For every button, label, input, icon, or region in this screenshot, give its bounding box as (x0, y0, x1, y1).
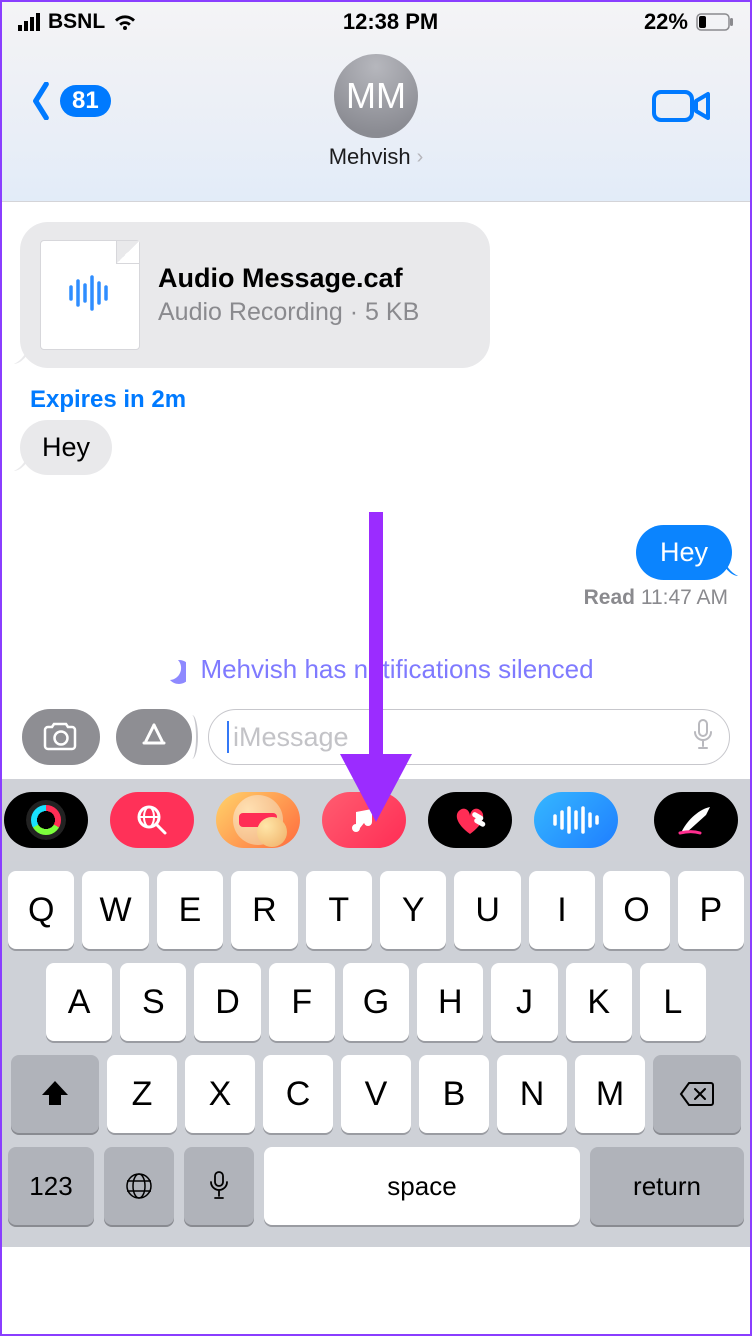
key-n[interactable]: N (497, 1055, 567, 1133)
key-u[interactable]: U (454, 871, 520, 949)
imessage-app-strip[interactable] (2, 779, 750, 861)
key-q[interactable]: Q (8, 871, 74, 949)
app-handwriting[interactable] (654, 792, 738, 848)
key-c[interactable]: C (263, 1055, 333, 1133)
contact-name: Mehvish (329, 144, 411, 170)
wifi-icon (113, 12, 137, 32)
globe-key[interactable] (104, 1147, 174, 1225)
sound-wave-icon (551, 806, 601, 834)
battery-icon (696, 13, 734, 31)
app-digital-touch[interactable] (428, 792, 512, 848)
notifications-silenced-label: Mehvish has notifications silenced (20, 654, 732, 685)
waveform-icon (67, 273, 113, 318)
chevron-right-icon: › (417, 146, 424, 169)
key-o[interactable]: O (603, 871, 669, 949)
avatar[interactable]: MM (334, 54, 418, 138)
message-incoming[interactable]: Hey (20, 420, 112, 475)
dictation-button[interactable] (691, 718, 715, 757)
key-h[interactable]: H (417, 963, 483, 1041)
cell-signal-icon (18, 13, 40, 31)
shift-key[interactable] (11, 1055, 99, 1133)
app-audio[interactable] (534, 792, 618, 848)
appstore-icon (136, 719, 172, 755)
key-l[interactable]: L (640, 963, 706, 1041)
backspace-key[interactable] (653, 1055, 741, 1133)
bubble-tail-icon (14, 346, 32, 364)
microphone-icon (691, 718, 715, 752)
battery-percent: 22% (644, 9, 688, 35)
key-p[interactable]: P (678, 871, 744, 949)
message-outgoing[interactable]: Hey (636, 525, 732, 580)
bubble-tail-icon (720, 558, 738, 576)
key-i[interactable]: I (529, 871, 595, 949)
message-audio-file[interactable]: Audio Message.caf Audio Recording · 5 KB (20, 222, 490, 368)
key-y[interactable]: Y (380, 871, 446, 949)
status-time: 12:38 PM (343, 9, 438, 35)
key-x[interactable]: X (185, 1055, 255, 1133)
key-w[interactable]: W (82, 871, 148, 949)
key-g[interactable]: G (343, 963, 409, 1041)
key-a[interactable]: A (46, 963, 112, 1041)
carrier-label: BSNL (48, 10, 105, 34)
camera-icon (42, 722, 80, 752)
conversation-header: 81 MM Mehvish › (2, 42, 750, 202)
keyboard: QWERTYUIOP ASDFGHJKL ZXCVBNM 123 space r… (2, 861, 750, 1247)
numbers-key[interactable]: 123 (8, 1147, 94, 1225)
key-d[interactable]: D (194, 963, 260, 1041)
key-z[interactable]: Z (107, 1055, 177, 1133)
pen-swoosh-icon (676, 803, 716, 837)
globe-icon (124, 1171, 154, 1201)
app-activity[interactable] (4, 792, 88, 848)
key-t[interactable]: T (306, 871, 372, 949)
music-note-icon (348, 804, 380, 836)
file-title: Audio Message.caf (158, 263, 419, 294)
app-memoji[interactable] (216, 792, 300, 848)
back-button[interactable]: 81 (28, 82, 111, 120)
compose-row: iMessage (2, 685, 750, 779)
key-r[interactable]: R (231, 871, 297, 949)
file-subtitle: Audio Recording · 5 KB (158, 298, 419, 327)
moon-icon (158, 656, 186, 684)
key-f[interactable]: F (269, 963, 335, 1041)
text-cursor-icon (227, 721, 229, 753)
dictate-key[interactable] (184, 1147, 254, 1225)
microphone-icon (208, 1170, 230, 1202)
return-key[interactable]: return (590, 1147, 744, 1225)
camera-button[interactable] (22, 709, 100, 765)
key-v[interactable]: V (341, 1055, 411, 1133)
key-j[interactable]: J (491, 963, 557, 1041)
heart-fingers-icon (450, 804, 490, 836)
file-thumbnail (40, 240, 140, 350)
message-placeholder: iMessage (233, 722, 349, 753)
contact-name-button[interactable]: Mehvish › (329, 144, 424, 170)
key-s[interactable]: S (120, 963, 186, 1041)
key-e[interactable]: E (157, 871, 223, 949)
app-images[interactable] (110, 792, 194, 848)
expiry-label: Expires in 2m (30, 386, 732, 414)
key-k[interactable]: K (566, 963, 632, 1041)
backspace-icon (679, 1081, 715, 1107)
key-m[interactable]: M (575, 1055, 645, 1133)
status-bar: BSNL 12:38 PM 22% (2, 2, 750, 42)
conversation-body[interactable]: Audio Message.caf Audio Recording · 5 KB… (2, 202, 750, 685)
bubble-tail-icon (14, 453, 32, 471)
search-globe-icon (134, 802, 170, 838)
read-receipt: Read 11:47 AM (20, 586, 728, 610)
unread-count-badge: 81 (60, 85, 111, 117)
memoji-icon (233, 795, 283, 845)
activity-rings-icon (26, 800, 66, 840)
shift-icon (40, 1079, 70, 1109)
message-input[interactable]: iMessage (208, 709, 730, 765)
space-key[interactable]: space (264, 1147, 580, 1225)
facetime-button[interactable] (652, 86, 712, 131)
app-music[interactable] (322, 792, 406, 848)
apps-button[interactable] (116, 709, 192, 765)
key-b[interactable]: B (419, 1055, 489, 1133)
